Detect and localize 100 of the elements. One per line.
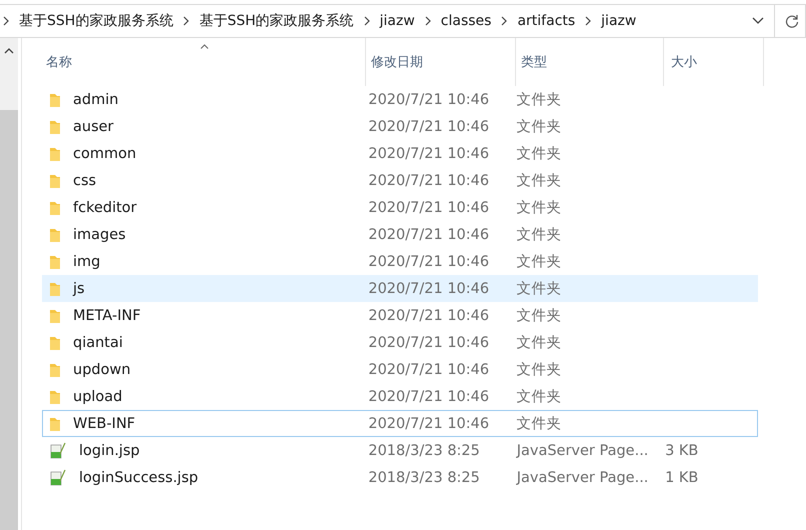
modified-date: 2018/3/23 8:25: [368, 470, 480, 486]
file-row[interactable]: WEB-INF 2020/7/21 10:46 文件夹: [42, 410, 758, 437]
file-size: 1 KB: [665, 470, 698, 486]
file-name: qiantai: [73, 334, 123, 350]
chevron-down-icon[interactable]: [752, 17, 764, 25]
folder-icon: [49, 280, 61, 296]
breadcrumb-item[interactable]: 基于SSH的家政服务系统: [19, 12, 174, 30]
file-row[interactable]: fckeditor 2020/7/21 10:46 文件夹: [42, 194, 758, 221]
chevron-right-icon: [501, 16, 508, 26]
folder-icon: [49, 254, 61, 270]
file-type: 文件夹: [516, 280, 562, 298]
file-name: META-INF: [73, 308, 141, 324]
file-name: upload: [73, 388, 122, 404]
file-type: JavaServer Page...: [516, 470, 648, 486]
file-row[interactable]: upload 2020/7/21 10:46 文件夹: [42, 383, 758, 410]
chevron-right-icon: [364, 16, 370, 26]
breadcrumb-item[interactable]: classes: [440, 13, 492, 29]
file-type: 文件夹: [516, 307, 562, 325]
file-type: 文件夹: [516, 226, 562, 244]
document-icon: [49, 442, 67, 460]
file-type: 文件夹: [516, 415, 562, 433]
folder-icon: [49, 226, 61, 242]
breadcrumb-item[interactable]: 基于SSH的家政服务系统: [199, 12, 354, 30]
file-name: css: [73, 172, 96, 188]
chevron-right-icon: [585, 16, 592, 26]
chevron-up-icon[interactable]: [4, 48, 14, 54]
breadcrumb-item[interactable]: artifacts: [517, 13, 576, 29]
breadcrumb-item[interactable]: jiazw: [601, 13, 636, 29]
folder-icon: [49, 334, 61, 350]
modified-date: 2020/7/21 10:46: [368, 334, 490, 350]
chevron-right-icon: [3, 16, 9, 26]
file-type: 文件夹: [516, 361, 562, 379]
file-type: JavaServer Page...: [516, 442, 648, 458]
file-name: login.jsp: [79, 442, 140, 458]
file-name: fckeditor: [73, 200, 137, 216]
folder-icon: [49, 118, 61, 134]
file-row[interactable]: META-INF 2020/7/21 10:46 文件夹: [42, 302, 758, 329]
modified-date: 2020/7/21 10:46: [368, 280, 490, 296]
modified-date: 2020/7/21 10:46: [368, 118, 490, 134]
file-type: 文件夹: [516, 199, 562, 217]
file-row[interactable]: common 2020/7/21 10:46 文件夹: [42, 140, 758, 167]
modified-date: 2020/7/21 10:46: [368, 200, 490, 216]
column-header[interactable]: 名称: [42, 38, 366, 86]
file-name: common: [73, 146, 136, 162]
file-row[interactable]: qiantai 2020/7/21 10:46 文件夹: [42, 329, 758, 356]
file-name: js: [73, 280, 85, 296]
file-type: 文件夹: [516, 118, 562, 136]
modified-date: 2020/7/21 10:46: [368, 92, 490, 108]
folder-icon: [49, 200, 61, 216]
file-row[interactable]: img 2020/7/21 10:46 文件夹: [42, 248, 758, 275]
refresh-icon[interactable]: [785, 14, 799, 28]
scrollbar-thumb[interactable]: [0, 110, 18, 530]
file-size: 3 KB: [665, 442, 698, 458]
scrollbar[interactable]: [0, 38, 21, 530]
file-name: img: [73, 254, 100, 270]
modified-date: 2020/7/21 10:46: [368, 308, 490, 324]
file-row[interactable]: css 2020/7/21 10:46 文件夹: [42, 167, 758, 194]
modified-date: 2018/3/23 8:25: [368, 442, 480, 458]
file-type: 文件夹: [516, 172, 562, 190]
file-name: images: [73, 226, 126, 242]
modified-date: 2020/7/21 10:46: [368, 388, 490, 404]
folder-icon: [49, 146, 61, 162]
document-icon: [49, 468, 67, 486]
column-header[interactable]: 类型: [516, 38, 664, 86]
modified-date: 2020/7/21 10:46: [368, 172, 490, 188]
file-type: 文件夹: [516, 388, 562, 406]
modified-date: 2020/7/21 10:46: [368, 254, 490, 270]
modified-date: 2020/7/21 10:46: [368, 362, 490, 378]
file-row[interactable]: login.jsp 2018/3/23 8:25 JavaServer Page... 3 KB: [42, 437, 758, 464]
modified-date: 2020/7/21 10:46: [368, 416, 490, 432]
sort-caret-icon: [200, 44, 208, 49]
file-name: WEB-INF: [73, 416, 136, 432]
file-row[interactable]: auser 2020/7/21 10:46 文件夹: [42, 113, 758, 140]
file-row[interactable]: updown 2020/7/21 10:46 文件夹: [42, 356, 758, 383]
file-row[interactable]: js 2020/7/21 10:46 文件夹: [42, 275, 758, 302]
file-row[interactable]: admin 2020/7/21 10:46 文件夹: [42, 86, 758, 113]
file-type: 文件夹: [516, 91, 562, 109]
folder-icon: [49, 416, 61, 432]
file-name: loginSuccess.jsp: [79, 470, 198, 486]
breadcrumb-item[interactable]: jiazw: [380, 13, 415, 29]
file-type: 文件夹: [516, 145, 562, 163]
folder-icon: [49, 362, 61, 378]
modified-date: 2020/7/21 10:46: [368, 226, 490, 242]
chevron-right-icon: [183, 16, 190, 26]
folder-icon: [49, 92, 61, 108]
folder-icon: [49, 308, 61, 324]
column-header[interactable]: 修改日期: [366, 38, 516, 86]
column-header[interactable]: 大小: [664, 38, 764, 86]
chevron-right-icon: [424, 16, 431, 26]
file-name: updown: [73, 362, 131, 378]
file-row[interactable]: loginSuccess.jsp 2018/3/23 8:25 JavaServer Page... 1 KB: [42, 464, 758, 491]
file-type: 文件夹: [516, 334, 562, 352]
file-row[interactable]: images 2020/7/21 10:46 文件夹: [42, 221, 758, 248]
file-type: 文件夹: [516, 253, 562, 271]
modified-date: 2020/7/21 10:46: [368, 146, 490, 162]
folder-icon: [49, 172, 61, 188]
file-name: auser: [73, 118, 114, 134]
address-bar[interactable]: 基于SSH的家政服务系统 基于SSH的家政服务系统 jiazw classes artifacts jiazw: [0, 4, 806, 38]
file-name: admin: [73, 92, 118, 108]
folder-icon: [49, 388, 61, 404]
